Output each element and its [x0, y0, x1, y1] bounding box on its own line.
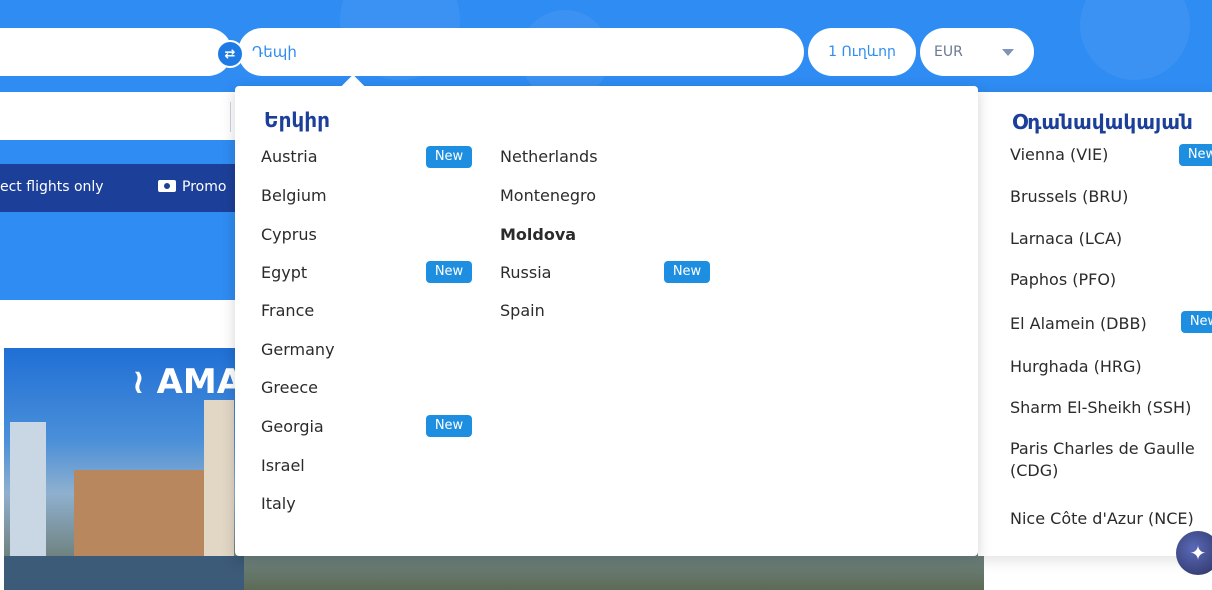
country-item-france[interactable]: France: [261, 301, 314, 320]
new-badge: New: [664, 261, 710, 283]
airport-item-dbb[interactable]: El Alamein (DBB): [1010, 313, 1147, 335]
new-badge: New: [426, 146, 472, 168]
banner-water: [4, 556, 244, 590]
banner-title: ≀ AMA: [132, 362, 244, 402]
countries-title: Երկիր: [264, 108, 330, 132]
airport-item-ssh[interactable]: Sharm El-Sheikh (SSH): [1010, 397, 1191, 419]
ai-assistant-icon[interactable]: ✦: [1176, 531, 1212, 575]
country-item-egypt[interactable]: Egypt: [261, 263, 307, 282]
page-strip: [0, 92, 240, 140]
airports-panel: Օդանավակայան Vienna (VIE) New Brussels (…: [978, 92, 1212, 556]
country-item-netherlands[interactable]: Netherlands: [500, 147, 598, 166]
chevron-down-icon: [1002, 49, 1014, 56]
country-item-russia[interactable]: Russia: [500, 263, 551, 282]
airport-item-bru[interactable]: Brussels (BRU): [1010, 186, 1128, 208]
new-badge: New: [426, 415, 472, 437]
currency-select[interactable]: EUR: [920, 28, 1034, 76]
currency-value: EUR: [934, 44, 963, 60]
country-item-belgium[interactable]: Belgium: [261, 186, 327, 205]
country-item-spain[interactable]: Spain: [500, 301, 545, 320]
country-item-austria[interactable]: Austria: [261, 147, 318, 166]
new-badge: New: [1179, 144, 1212, 166]
divider: [230, 102, 231, 132]
country-item-greece[interactable]: Greece: [261, 378, 318, 397]
promo-filter[interactable]: Promo: [158, 179, 226, 195]
promo-label: Promo: [182, 179, 227, 195]
to-field[interactable]: [238, 28, 804, 76]
from-input[interactable]: [0, 28, 232, 76]
airport-item-hrg[interactable]: Hurghada (HRG): [1010, 356, 1142, 378]
airport-item-lca[interactable]: Larnaca (LCA): [1010, 228, 1122, 250]
country-item-cyprus[interactable]: Cyprus: [261, 225, 317, 244]
decor-bubble: [1080, 0, 1190, 80]
filter-bar: ect flights only Promo: [0, 164, 240, 212]
country-item-georgia[interactable]: Georgia: [261, 417, 324, 436]
swap-direction-button[interactable]: ⇄: [216, 40, 244, 68]
search-bar: ⇄ 1 Ուղևոր EUR: [0, 0, 1212, 92]
airport-item-nce[interactable]: Nice Côte d'Azur (NCE): [1010, 508, 1194, 530]
passengers-label: 1 Ուղևոր: [828, 44, 896, 60]
country-item-israel[interactable]: Israel: [261, 456, 305, 475]
country-item-moldova-selected[interactable]: Moldova: [500, 225, 576, 244]
to-input[interactable]: [252, 43, 804, 61]
passengers-button[interactable]: 1 Ուղևոր: [808, 28, 916, 76]
new-badge: New: [426, 261, 472, 283]
ticket-icon: [158, 180, 176, 192]
airport-item-vie[interactable]: Vienna (VIE): [1010, 144, 1108, 166]
new-badge: New: [1181, 311, 1212, 333]
country-item-italy[interactable]: Italy: [261, 494, 296, 513]
airport-item-cdg[interactable]: Paris Charles de Gaulle (CDG): [1010, 438, 1212, 482]
country-item-germany[interactable]: Germany: [261, 340, 335, 359]
swap-arrows-icon: ⇄: [224, 46, 236, 62]
airport-item-pfo[interactable]: Paphos (PFO): [1010, 269, 1116, 291]
airports-title: Օդանավակայան: [1012, 110, 1193, 134]
country-item-montenegro[interactable]: Montenegro: [500, 186, 596, 205]
destination-dropdown: Երկիր Austria New Belgium Cyprus Egypt N…: [235, 74, 978, 556]
direct-flights-filter[interactable]: ect flights only: [0, 179, 104, 195]
